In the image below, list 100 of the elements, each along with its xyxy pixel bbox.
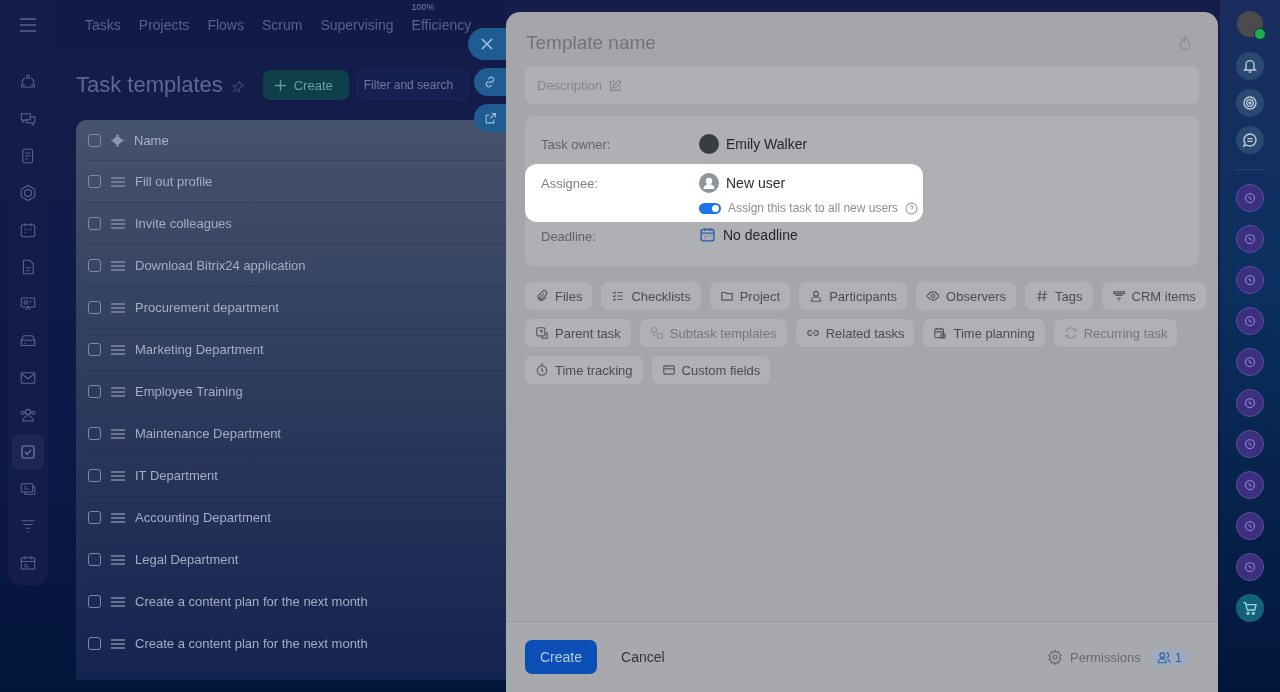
checklist-icon xyxy=(611,289,626,303)
field-chip[interactable]: Time planning xyxy=(923,319,1045,347)
drag-handle-icon[interactable] xyxy=(111,470,125,481)
app-button[interactable] xyxy=(1236,225,1264,253)
nav-tab[interactable]: Flows xyxy=(207,17,244,33)
permissions-button[interactable]: Permissions xyxy=(1046,649,1141,665)
app-button[interactable] xyxy=(1236,430,1264,458)
checkbox[interactable] xyxy=(88,637,101,650)
user-icon xyxy=(699,173,719,193)
table-cell: IT Department xyxy=(135,468,218,483)
app-button[interactable] xyxy=(1236,307,1264,335)
app-button[interactable] xyxy=(1236,184,1264,212)
help-icon[interactable] xyxy=(905,201,919,215)
external-link-icon xyxy=(483,111,497,125)
checkbox[interactable] xyxy=(88,217,101,230)
settings-icon xyxy=(1046,649,1063,665)
field-chip[interactable]: Participants xyxy=(799,282,908,310)
repeat-icon xyxy=(1063,326,1078,340)
search-field[interactable]: Filter and search xyxy=(356,70,469,100)
app-button[interactable] xyxy=(1236,389,1264,417)
nav-tab[interactable]: Efficiency xyxy=(411,17,472,33)
field-chip[interactable]: Related tasks xyxy=(795,319,915,347)
app-button[interactable] xyxy=(1236,348,1264,376)
app-button[interactable] xyxy=(1236,553,1264,581)
subtask-icon xyxy=(649,326,664,340)
nav-tab[interactable]: Tasks xyxy=(85,17,121,33)
app-button[interactable] xyxy=(1236,471,1264,499)
table-cell: Marketing Department xyxy=(135,342,264,357)
drag-handle-icon[interactable] xyxy=(111,176,125,187)
circle-nodes-icon xyxy=(18,73,37,91)
field-value[interactable]: Emily Walker xyxy=(726,136,808,152)
app-button[interactable] xyxy=(1236,512,1264,540)
drag-handle-icon[interactable] xyxy=(111,218,125,229)
table-cell: Accounting Department xyxy=(135,510,271,525)
checkbox[interactable] xyxy=(88,175,101,188)
nav-tab[interactable]: Scrum xyxy=(261,17,303,33)
table-cell: Procurement department xyxy=(135,300,279,315)
app-icon xyxy=(1244,192,1256,204)
field-chip[interactable]: Checklists xyxy=(601,282,701,310)
checkbox[interactable] xyxy=(88,553,101,566)
nav-tab[interactable]: Projects xyxy=(138,17,190,33)
checkbox[interactable] xyxy=(88,301,101,314)
checkbox[interactable] xyxy=(88,385,101,398)
link-icon xyxy=(483,75,497,89)
field-chip[interactable]: Parent task xyxy=(525,319,631,347)
funnel-icon xyxy=(18,517,37,535)
nav-tab[interactable]: Supervising xyxy=(320,17,394,33)
menu-icon[interactable] xyxy=(18,18,37,32)
play-badge xyxy=(1254,28,1266,40)
app-button[interactable] xyxy=(1236,266,1264,294)
field-chip[interactable]: Tags xyxy=(1025,282,1093,310)
drag-handle-icon[interactable] xyxy=(111,344,125,355)
cart-button[interactable] xyxy=(1236,594,1264,622)
spiral-button[interactable] xyxy=(1236,89,1264,117)
pin-icon[interactable] xyxy=(230,80,245,94)
drag-handle-icon[interactable] xyxy=(111,596,125,607)
toggle-switch[interactable] xyxy=(699,202,721,214)
field-chip[interactable]: Observers xyxy=(916,282,1017,310)
checkbox[interactable] xyxy=(88,511,101,524)
drag-handle-icon[interactable] xyxy=(111,386,125,397)
table-cell: Create a content plan for the next month xyxy=(135,636,368,651)
checkbox-icon xyxy=(18,443,37,461)
settings-icon[interactable] xyxy=(111,133,124,147)
field-chip[interactable]: Project xyxy=(709,282,791,310)
field-chip[interactable]: Custom fields xyxy=(651,356,771,384)
cancel-button[interactable]: Cancel xyxy=(605,649,681,665)
create-button[interactable]: Create xyxy=(525,640,598,674)
open-new-window-button[interactable] xyxy=(474,104,506,132)
checkbox[interactable] xyxy=(88,133,101,147)
field-chip[interactable]: CRM items xyxy=(1101,282,1206,310)
drag-handle-icon[interactable] xyxy=(111,638,125,649)
field-chip[interactable]: Files xyxy=(525,282,593,310)
chat-button[interactable] xyxy=(1236,126,1264,154)
sidebar-item[interactable] xyxy=(11,434,44,470)
notifications-button[interactable] xyxy=(1236,52,1264,80)
checkbox[interactable] xyxy=(88,343,101,356)
drag-handle-icon[interactable] xyxy=(111,302,125,313)
avatar xyxy=(699,134,719,154)
app-icon xyxy=(1244,397,1256,409)
field-value[interactable]: No deadline xyxy=(723,226,798,243)
drag-handle-icon[interactable] xyxy=(111,554,125,565)
checkbox[interactable] xyxy=(88,595,101,608)
avatar[interactable] xyxy=(1237,11,1263,37)
table-cell: Download Bitrix24 application xyxy=(135,258,306,273)
field-chip[interactable]: Time tracking xyxy=(525,356,643,384)
link-button[interactable] xyxy=(474,68,506,96)
members-count-badge[interactable]: 1 xyxy=(1148,647,1190,667)
drag-handle-icon[interactable] xyxy=(111,512,125,523)
checkbox[interactable] xyxy=(88,259,101,272)
column-header[interactable]: Name xyxy=(134,132,169,148)
field-label: Deadline: xyxy=(541,228,597,246)
drag-handle-icon[interactable] xyxy=(111,260,125,271)
calendar-icon xyxy=(699,226,716,243)
field-value[interactable]: New user xyxy=(726,175,786,191)
people-icon xyxy=(1156,650,1171,664)
app-icon xyxy=(1244,315,1256,327)
create-button[interactable]: Create xyxy=(262,70,349,100)
checkbox[interactable] xyxy=(88,427,101,440)
drag-handle-icon[interactable] xyxy=(111,428,125,439)
checkbox[interactable] xyxy=(88,469,101,482)
